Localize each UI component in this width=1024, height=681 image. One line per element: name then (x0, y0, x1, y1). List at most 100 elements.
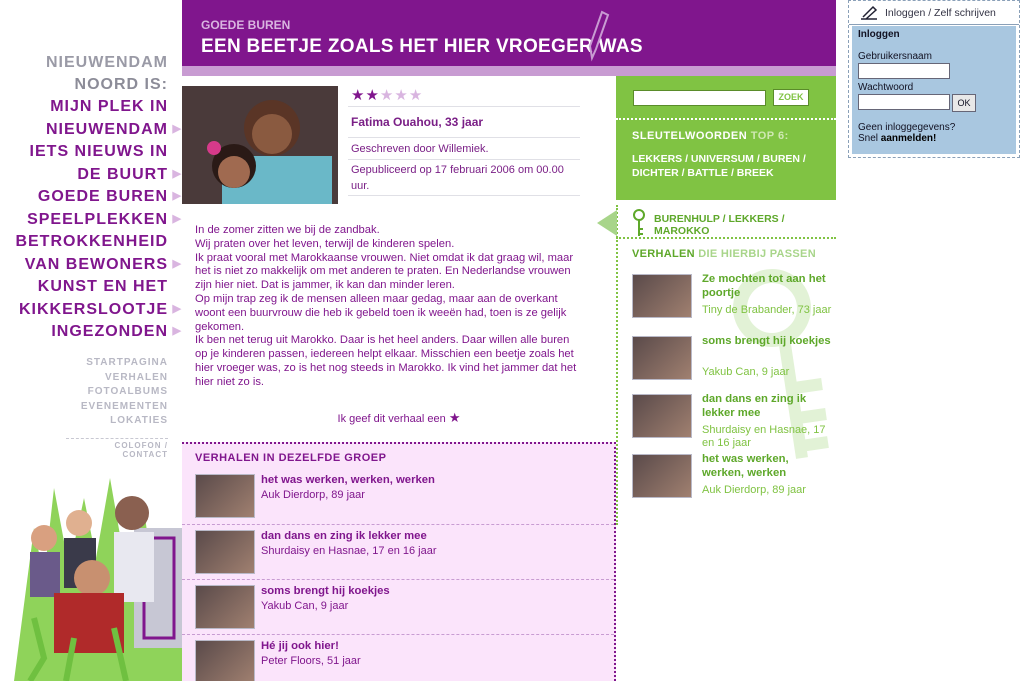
story-paragraph: Op mijn trap zeg ik de mensen alleen maa… (195, 292, 567, 333)
story-portrait-photo (182, 86, 338, 204)
login-top-label: Inloggen / Zelf schrijven (885, 7, 996, 19)
nav-item-0-line-0[interactable]: MIJN PLEK IN (0, 96, 182, 119)
page-header: GOEDE BUREN EEN BEETJE ZOALS HET HIER VR… (182, 0, 836, 66)
subnav-lokaties[interactable]: LOKATIES (0, 414, 168, 429)
register-link[interactable]: aanmelden! (881, 133, 937, 144)
register-prefix: Snel (858, 133, 879, 144)
related-story-title[interactable]: soms brengt hij koekjes (702, 335, 832, 349)
group-story-thumbnail[interactable] (195, 585, 255, 629)
story-published: Gepubliceerd op 17 februari 2006 om 00.0… (348, 160, 580, 196)
password-label: Wachtwoord (858, 82, 914, 93)
nav-item-1-line-1[interactable]: DE BUURT ▶ (0, 164, 182, 187)
search-button[interactable]: ZOEK (773, 89, 809, 106)
keywords-heading-accent: TOP 6: (750, 130, 789, 142)
star-empty-icon: ★ (408, 87, 424, 104)
story-subject: Fatima Ouahou, 33 jaar (348, 107, 580, 138)
story-author: Geschreven door Willemiek. (348, 138, 580, 160)
group-story-author: Auk Dierdorp, 89 jaar (261, 489, 365, 501)
group-story-item[interactable]: het was werken, werken, werken Auk Dierdo… (182, 469, 614, 524)
search-input[interactable] (633, 90, 766, 106)
colofon-link[interactable]: COLOFON / CONTACT (66, 438, 168, 459)
rate-label: Ik geef dit verhaal een (337, 413, 446, 425)
login-ok-button[interactable]: OK (952, 94, 976, 112)
no-account-text: Geen inloggegevens? (858, 122, 956, 133)
group-heading: VERHALEN IN DEZELFDE GROEP (195, 452, 387, 464)
group-story-thumbnail[interactable] (195, 640, 255, 681)
story-keywords: BURENHULP / LEKKERS / MAROKKO (616, 205, 836, 239)
related-story-title[interactable]: Ze mochten tot aan het poortje (702, 273, 832, 300)
related-story-title[interactable]: het was werken, werken, werken (702, 453, 832, 480)
related-story-author: Shurdaisy en Hasnae, 17 en 16 jaar (702, 424, 826, 449)
subnav-startpagina[interactable]: STARTPAGINA (0, 356, 168, 371)
related-story-thumbnail[interactable] (632, 336, 692, 380)
nav-item-3-line-0[interactable]: SPEELPLEKKEN ▶ (0, 209, 182, 232)
related-story-thumbnail[interactable] (632, 454, 692, 498)
story-keyword-links[interactable]: BURENHULP / LEKKERS / MAROKKO (654, 213, 836, 237)
group-story-title[interactable]: soms brengt hij koekjes (261, 585, 390, 597)
login-write-link[interactable]: Inloggen / Zelf schrijven (849, 1, 1019, 25)
keywords-heading-text: SLEUTELWOORDEN (632, 130, 748, 142)
related-story-item[interactable]: soms brengt hij koekjes Yakub Can, 9 jaar (632, 334, 832, 390)
nav-arrow-icon: ▶ (172, 167, 182, 180)
group-story-thumbnail[interactable] (195, 474, 255, 518)
section-label: GOEDE BUREN (201, 18, 291, 32)
group-story-author: Peter Floors, 51 jaar (261, 655, 361, 667)
neighbourhood-collage-image (14, 478, 182, 681)
related-story-author: Tiny de Brabander, 73 jaar (702, 304, 832, 316)
group-story-title[interactable]: Hé jij ook hier! (261, 640, 339, 652)
green-divider (616, 205, 618, 525)
nav-items: MIJN PLEK IN NIEUWENDAM ▶ IETS NIEUWS IN DE … (0, 96, 182, 344)
nav-item-5-line-1[interactable]: KIKKERSLOOTJE ▶ (0, 299, 182, 322)
password-input[interactable] (858, 94, 950, 110)
group-story-author: Yakub Can, 9 jaar (261, 600, 349, 612)
group-story-item[interactable]: Hé jij ook hier! Peter Floors, 51 jaar (182, 634, 614, 681)
username-input[interactable] (858, 63, 950, 79)
star-filled-icon: ★ (351, 87, 366, 104)
group-story-item[interactable]: soms brengt hij koekjes Yakub Can, 9 jaar (182, 579, 614, 634)
search-box: ZOEK (616, 76, 836, 118)
related-heading-accent: DIE HIERBIJ PASSEN (698, 248, 816, 260)
star-empty-icon: ★ (379, 87, 395, 104)
group-story-title[interactable]: het was werken, werken, werken (261, 474, 435, 486)
nav-arrow-icon: ▶ (172, 302, 182, 315)
login-panel: Inloggen / Zelf schrijven Inloggen Gebru… (848, 0, 1020, 158)
nav-lead-2: NOORD IS: (74, 76, 168, 93)
subnav-fotoalbums[interactable]: FOTOALBUMS (0, 385, 168, 400)
login-form: Inloggen Gebruikersnaam Wachtwoord OK Ge… (852, 26, 1016, 154)
nav-item-6-line-0[interactable]: INGEZONDEN ▶ (0, 321, 182, 344)
related-story-item[interactable]: het was werken, werken, werken Auk Dierdo… (632, 452, 832, 508)
group-story-item[interactable]: dan dans en zing ik lekker mee Shurdaisy … (182, 524, 614, 579)
story-text: In de zomer zitten we bij de zandbak. Wij… (195, 224, 583, 390)
nav-arrow-icon: ▶ (172, 122, 182, 135)
login-heading: Inloggen (858, 29, 900, 40)
nav-arrow-icon: ▶ (172, 190, 182, 202)
subnav-verhalen[interactable]: VERHALEN (0, 371, 168, 386)
group-story-title[interactable]: dan dans en zing ik lekker mee (261, 530, 427, 542)
rate-story[interactable]: Ik geef dit verhaal een ★ (182, 410, 616, 426)
keywords-box: SLEUTELWOORDEN TOP 6: LEKKERS / UNIVERSU… (616, 118, 836, 200)
related-story-thumbnail[interactable] (632, 274, 692, 318)
username-label: Gebruikersnaam (858, 51, 932, 62)
nav-item-2-line-0[interactable]: GOEDE BUREN ▶ (0, 186, 182, 209)
nav-item-4-line-1[interactable]: VAN BEWONERS ▶ (0, 254, 182, 277)
related-story-author: Yakub Can, 9 jaar (702, 366, 790, 378)
related-story-title[interactable]: dan dans en zing ik lekker mee (702, 393, 832, 420)
nav-item-1-line-0[interactable]: IETS NIEUWS IN (0, 141, 182, 164)
nav-item-4-line-0[interactable]: BETROKKENHEID (0, 231, 182, 254)
related-story-item[interactable]: dan dans en zing ik lekker mee Shurdaisy … (632, 392, 832, 449)
story-paragraph: Ik praat vooral met Marokkaanse vrouwen.… (195, 251, 574, 292)
rate-star-icon[interactable]: ★ (449, 410, 461, 425)
story-paragraph: In de zomer zitten we bij de zandbak. (195, 224, 380, 236)
nav-item-5-line-0[interactable]: KUNST EN HET (0, 276, 182, 299)
sub-navigation: STARTPAGINA VERHALEN FOTOALBUMS EVENEMEN… (0, 356, 168, 429)
nav-item-0-line-1[interactable]: NIEUWENDAM ▶ (0, 119, 182, 142)
related-story-item[interactable]: Ze mochten tot aan het poortje Tiny de Br… (632, 272, 832, 328)
group-story-thumbnail[interactable] (195, 530, 255, 574)
keywords-list[interactable]: LEKKERS / UNIVERSUM / BUREN / DICHTER / … (632, 152, 820, 180)
related-story-thumbnail[interactable] (632, 394, 692, 438)
nav-arrow-icon: ▶ (172, 212, 182, 225)
nav-arrow-icon: ▶ (172, 325, 182, 337)
subnav-evenementen[interactable]: EVENEMENTEN (0, 400, 168, 415)
group-story-author: Shurdaisy en Hasnae, 17 en 16 jaar (261, 545, 437, 557)
related-heading-text: VERHALEN (632, 248, 695, 260)
